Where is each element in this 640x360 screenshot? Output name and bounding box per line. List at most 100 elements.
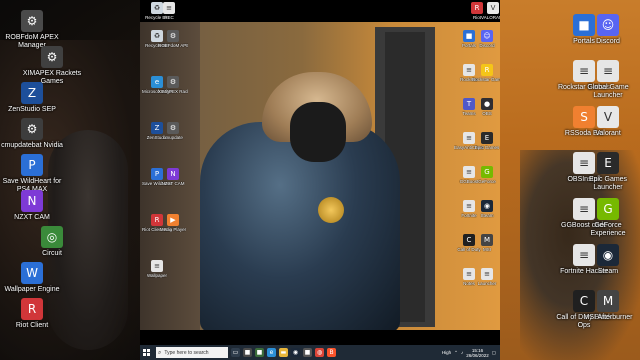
- outer-right-icon-3[interactable]: ≡ Global Game Launcher: [576, 60, 640, 100]
- taskbar-brave[interactable]: B: [327, 348, 336, 357]
- outer-left-icon-4[interactable]: PSave WildHeart for PS4 MAX: [0, 154, 64, 194]
- icon-label: Media Player: [159, 227, 187, 232]
- clock-date: 26/06/2022: [466, 352, 489, 358]
- nzxt-icon: N: [167, 168, 179, 180]
- taskbar-steam[interactable]: ◉: [291, 348, 300, 357]
- icon-label: XIMAPEX Rackets: [158, 89, 188, 94]
- doc-icon: ≡: [597, 60, 619, 82]
- desktop-left-icon-1[interactable]: ⚙ROBFdoM APEX Manager: [158, 30, 188, 48]
- icon-label: Wallpaper: [146, 273, 168, 278]
- icon-label: OBS: [482, 111, 492, 116]
- desktop-right-icon-11[interactable]: ◉ Steam: [472, 200, 500, 218]
- icon-label: Rockstar Games: [472, 77, 500, 82]
- inner-desktop: ♻Recycle Bin⚙ROBFdoM APEX ManagereMicros…: [140, 0, 500, 345]
- outer-left-icon-6[interactable]: ◎ Circuit: [20, 226, 84, 258]
- outer-left-icon-3[interactable]: ⚙ cmupdatebat Nvidia: [0, 118, 64, 150]
- icon-label: Epic Games Launcher: [588, 176, 628, 191]
- icon-label: Global Game Launcher: [587, 84, 629, 99]
- steam-icon: ◉: [597, 244, 619, 266]
- taskbar-file-explorer[interactable]: ▬: [279, 348, 288, 357]
- icon-label: Valorant: [595, 130, 621, 137]
- notifications-icon[interactable]: ▢: [492, 350, 496, 356]
- icon-label: Epic Games: [474, 145, 500, 150]
- outer-left-icon-7[interactable]: W Wallpaper Engine: [0, 262, 64, 294]
- discord-icon: ☺: [597, 14, 619, 36]
- outer-left-icon-2[interactable]: Z ZenStudio SEP: [0, 82, 64, 114]
- icon-label: Launcher: [477, 281, 497, 286]
- clock[interactable]: 15:16 26/06/2022: [466, 348, 489, 358]
- msi-icon: M: [481, 234, 493, 246]
- doc-icon: ≡: [151, 260, 163, 272]
- taskbar-search-box[interactable]: ⌕ Type here to search: [156, 347, 228, 358]
- p-icon: P: [21, 154, 43, 176]
- taskbar-app-2[interactable]: ■: [255, 348, 264, 357]
- desktop-left-icon-5[interactable]: ⚙ cmupdate: [158, 122, 188, 140]
- desktop-left-icon-3[interactable]: ⚙XIMAPEX Rackets: [158, 76, 188, 94]
- outer-left-icon-5[interactable]: N NZXT CAM: [0, 190, 64, 222]
- gear-icon: ⚙: [167, 122, 179, 134]
- tray-label[interactable]: High: [442, 350, 451, 355]
- icon-label: Steam: [480, 213, 494, 218]
- taskbar-task-view[interactable]: ▭: [231, 348, 240, 357]
- doc-icon: ≡: [481, 268, 493, 280]
- chevron-up-icon[interactable]: ⌃: [454, 350, 458, 356]
- desktop-right-icon-3[interactable]: RRockstar Games: [472, 64, 500, 82]
- desktop-top-icon-3[interactable]: VVALORANT: [478, 2, 500, 20]
- gear-icon: ⚙: [167, 30, 179, 42]
- epic-icon: E: [481, 132, 493, 144]
- desktop-right-icon-7[interactable]: E Epic Games: [472, 132, 500, 150]
- desktop-right-icon-9[interactable]: G GeForce: [472, 166, 500, 184]
- icon-label: Steam: [597, 268, 619, 275]
- system-tray: High ⌃ ♪ 15:16 26/06/2022 ▢: [442, 348, 500, 358]
- icon-label: GeForce Experience: [590, 222, 626, 237]
- icon-label: NZXT CAM: [161, 181, 185, 186]
- geforce-icon: G: [597, 198, 619, 220]
- outer-left-icon-1[interactable]: ⚙ XIMAPEX Rackets Games: [20, 46, 84, 86]
- taskbar: ⌕ Type here to search ▭ ■ ■ e ▬ ◉ ■ ◍ B High ⌃ ♪…: [140, 345, 500, 360]
- start-button[interactable]: [140, 345, 152, 360]
- icon-label: cmupdate: [163, 135, 183, 140]
- taskbar-chrome[interactable]: ◍: [315, 348, 324, 357]
- desktop-left-icon-10[interactable]: ≡ Wallpaper: [142, 260, 172, 278]
- gear-icon: ⚙: [167, 76, 179, 88]
- taskbar-pinned-apps: ▭ ■ ■ e ▬ ◉ ■ ◍ B: [228, 348, 336, 357]
- wallpaper-chain-pendant: [318, 197, 344, 223]
- desktop-right-icon-5[interactable]: ● OBS: [472, 98, 500, 116]
- desktop-top-icon-1[interactable]: ≡ REC: [154, 2, 184, 20]
- taskbar-edge[interactable]: e: [267, 348, 276, 357]
- doc-icon: ≡: [163, 2, 175, 14]
- volume-icon[interactable]: ♪: [461, 350, 463, 355]
- icon-label: ROBFdoM APEX Manager: [158, 43, 188, 48]
- outer-right-icon-11[interactable]: ◉ Steam: [576, 244, 640, 276]
- outer-right-icon-5[interactable]: V Valorant: [576, 106, 640, 138]
- desktop-left-icon-9[interactable]: ▶ Media Player: [158, 214, 188, 232]
- outer-right-icon-1[interactable]: ☺ Discord: [576, 14, 640, 46]
- msi-icon: M: [597, 290, 619, 312]
- taskbar-app-1[interactable]: ■: [243, 348, 252, 357]
- gear-icon: ⚙: [41, 46, 63, 68]
- outer-left-icon-8[interactable]: R Riot Client: [0, 298, 64, 330]
- icon-label: Riot Client: [15, 322, 49, 329]
- desktop-left-icon-7[interactable]: N NZXT CAM: [158, 168, 188, 186]
- icon-label: NZXT CAM: [14, 214, 50, 221]
- icon-label: Discord: [596, 38, 620, 45]
- outer-right-icon-7[interactable]: E Epic Games Launcher: [576, 152, 640, 192]
- desktop-right-icon-13[interactable]: M MSI: [472, 234, 500, 252]
- outer-left-icon-0[interactable]: ⚙ ROBFdoM APEX Manager: [0, 10, 64, 50]
- icon-label: MSI Afterburner: [583, 314, 633, 321]
- gear-icon: ⚙: [21, 10, 43, 32]
- wallpaper-person-mask: [290, 102, 346, 162]
- epic-icon: E: [597, 152, 619, 174]
- desktop-right-icon-15[interactable]: ≡ Launcher: [472, 268, 500, 286]
- nzxt-icon: N: [21, 190, 43, 212]
- taskbar-app-3[interactable]: ■: [303, 348, 312, 357]
- obs-icon: ●: [481, 98, 493, 110]
- icon-label: VALORANT: [481, 15, 500, 20]
- search-placeholder: Type here to search: [164, 349, 209, 356]
- desktop-right-icon-1[interactable]: ☺ Discord: [472, 30, 500, 48]
- media-icon: ▶: [167, 214, 179, 226]
- rockstar-icon: R: [481, 64, 493, 76]
- icon-label: ZenStudio SEP: [8, 106, 56, 113]
- outer-right-icon-9[interactable]: G GeForce Experience: [576, 198, 640, 238]
- outer-right-icon-13[interactable]: M MSI Afterburner: [576, 290, 640, 322]
